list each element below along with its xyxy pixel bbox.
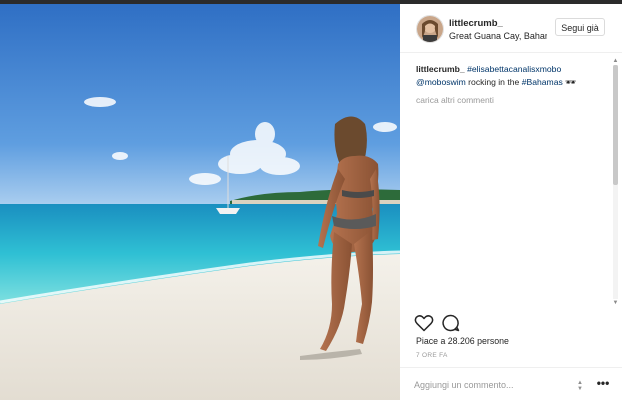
- post-sidebar: littlecrumb_ Great Guana Cay, Bahamas Se…: [400, 4, 622, 400]
- post-caption: littlecrumb_ #elisabettacanalisxmobo @mo…: [416, 63, 608, 88]
- caption-mention[interactable]: @moboswim: [416, 77, 466, 87]
- comment-bubble-icon[interactable]: [441, 313, 461, 333]
- post-header: littlecrumb_ Great Guana Cay, Bahamas Se…: [400, 4, 622, 53]
- heart-icon[interactable]: [414, 313, 434, 333]
- comments-scrollbar[interactable]: ▲ ▼: [611, 57, 620, 307]
- caption-hashtag[interactable]: #Bahamas: [522, 77, 563, 87]
- up-down-arrows-icon[interactable]: ▲ ▼: [575, 380, 585, 392]
- like-count[interactable]: Piace a 28.206 persone: [416, 336, 509, 346]
- caption-username[interactable]: littlecrumb_: [416, 64, 465, 74]
- post-photo[interactable]: [0, 4, 400, 400]
- scroll-down-arrow-icon[interactable]: ▼: [611, 299, 620, 307]
- post-actions: [414, 313, 614, 333]
- sunglasses-emoji: 🕶: [565, 76, 577, 87]
- caption-text: rocking in the: [465, 76, 522, 87]
- more-options-icon[interactable]: •••: [594, 377, 612, 393]
- avatar[interactable]: [416, 15, 444, 43]
- post-location[interactable]: Great Guana Cay, Bahamas: [449, 31, 547, 41]
- comment-input[interactable]: [414, 377, 564, 393]
- caption-hashtag[interactable]: #elisabettacanalisxmobo: [467, 64, 561, 74]
- scroll-thumb[interactable]: [613, 65, 618, 185]
- load-more-comments[interactable]: carica altri commenti: [416, 95, 494, 105]
- following-button[interactable]: Segui già: [555, 18, 605, 36]
- comment-box: ▲▼ •••: [400, 367, 622, 401]
- scroll-up-arrow-icon[interactable]: ▲: [611, 57, 620, 65]
- post-username[interactable]: littlecrumb_: [449, 18, 503, 29]
- post-timestamp: 7 ORE FA: [416, 352, 448, 359]
